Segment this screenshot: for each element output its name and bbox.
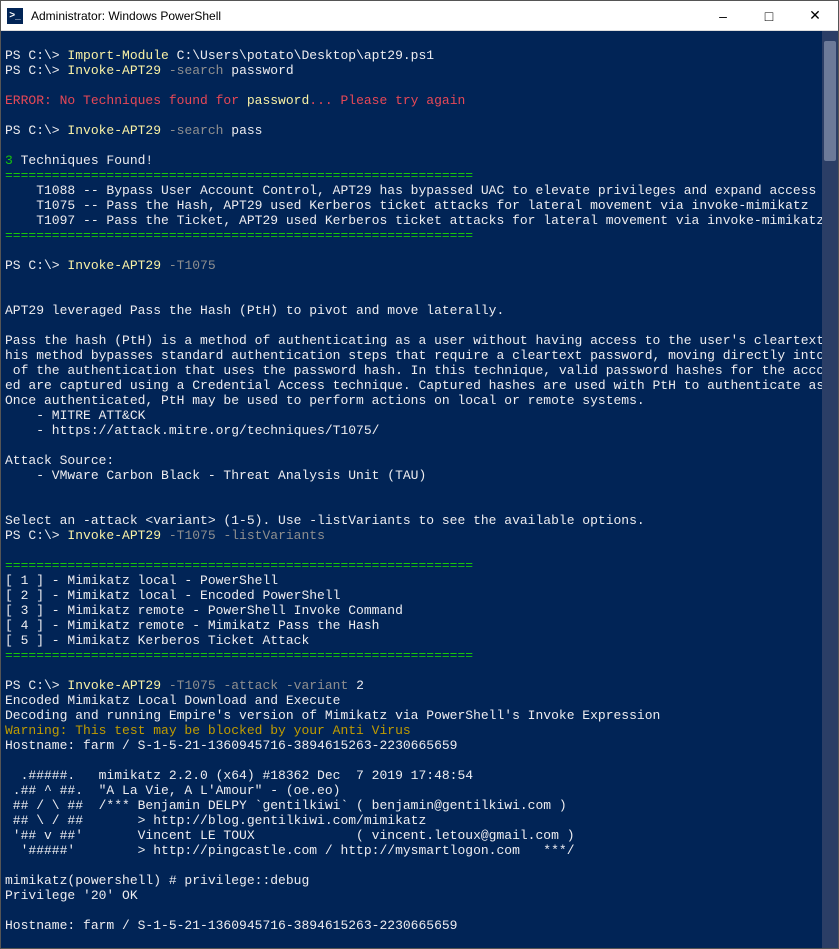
desc-line: - VMware Carbon Black - Threat Analysis … [5,468,426,483]
close-button[interactable]: ✕ [792,1,838,30]
scrollbar-thumb[interactable] [824,41,836,161]
separator: ========================================… [5,168,473,183]
prompt: PS C:\> [5,48,67,63]
prompt: PS C:\> [5,123,67,138]
attack-line: Decoding and running Empire's version of… [5,708,660,723]
desc-line: Attack Source: [5,453,114,468]
desc-line: - https://attack.mitre.org/techniques/T1… [5,423,379,438]
cmd-invoke: Invoke-APT29 [67,123,161,138]
flag-search: -search [161,63,223,78]
variant-row: [ 2 ] - Mimikatz local - Encoded PowerSh… [5,588,340,603]
window-controls: – □ ✕ [700,1,838,30]
mimikatz-banner: '## v ##' Vincent LE TOUX ( vincent.leto… [5,828,575,843]
flag-attack: -T1075 -attack -variant [161,678,348,693]
warning-line: Warning: This test may be blocked by you… [5,723,411,738]
mimikatz-banner: '#####' > http://pingcastle.com / http:/… [5,843,575,858]
prompt: PS C:\> [5,258,67,273]
desc-line: of the authentication that uses the pass… [5,363,838,378]
flag-t1075: -T1075 [161,258,216,273]
technique-row: T1097 -- Pass the Ticket, APT29 used Ker… [5,213,824,228]
mimikatz-banner: ## / \ ## /*** Benjamin DELPY `gentilkiw… [5,798,567,813]
variant-row: [ 3 ] - Mimikatz remote - PowerShell Inv… [5,603,403,618]
maximize-button[interactable]: □ [746,1,792,30]
separator: ========================================… [5,648,473,663]
mimikatz-output: Privilege '20' OK [5,888,138,903]
mimikatz-banner: .#####. mimikatz 2.2.0 (x64) #18362 Dec … [5,768,473,783]
found-rest: Techniques Found! [13,153,153,168]
cmd-invoke: Invoke-APT29 [67,258,161,273]
desc-line: APT29 leveraged Pass the Hash (PtH) to p… [5,303,504,318]
search-value: pass [223,123,262,138]
attack-variant-value: 2 [348,678,364,693]
separator: ========================================… [5,228,473,243]
found-count: 3 [5,153,13,168]
search-value: password [223,63,293,78]
desc-line: Pass the hash (PtH) is a method of authe… [5,333,838,348]
prompt: PS C:\> [5,63,67,78]
technique-row: T1075 -- Pass the Hash, APT29 used Kerbe… [5,198,809,213]
cmd-import-module: Import-Module [67,48,168,63]
error-suffix: ... Please try again [309,93,465,108]
error-prefix: ERROR: No Techniques found for [5,93,247,108]
hostname-line: Hostname: farm / S-1-5-21-1360945716-389… [5,738,457,753]
prompt: PS C:\> [5,528,67,543]
window-title: Administrator: Windows PowerShell [29,9,700,23]
mimikatz-banner: ## \ / ## > http://blog.gentilkiwi.com/m… [5,813,426,828]
desc-line: Select an -attack <variant> (1-5). Use -… [5,513,645,528]
cmd-import-path: C:\Users\potato\Desktop\apt29.ps1 [169,48,434,63]
cmd-invoke: Invoke-APT29 [67,528,161,543]
hostname-line: Hostname: farm / S-1-5-21-1360945716-389… [5,918,457,933]
cmd-invoke: Invoke-APT29 [67,63,161,78]
attack-line: Encoded Mimikatz Local Download and Exec… [5,693,340,708]
error-term: password [247,93,309,108]
mimikatz-cmd: mimikatz(powershell) # privilege::debug [5,873,309,888]
minimize-button[interactable]: – [700,1,746,30]
scrollbar[interactable] [822,31,838,948]
variant-row: [ 4 ] - Mimikatz remote - Mimikatz Pass … [5,618,379,633]
technique-row: T1088 -- Bypass User Account Control, AP… [5,183,816,198]
flag-search: -search [161,123,223,138]
mimikatz-banner: .## ^ ##. "A La Vie, A L'Amour" - (oe.eo… [5,783,340,798]
desc-line: his method bypasses standard authenticat… [5,348,838,363]
powershell-window: >_ Administrator: Windows PowerShell – □… [0,0,839,949]
variant-row: [ 5 ] - Mimikatz Kerberos Ticket Attack [5,633,309,648]
titlebar[interactable]: >_ Administrator: Windows PowerShell – □… [1,1,838,31]
separator: ========================================… [5,558,473,573]
desc-line: - MITRE ATT&CK [5,408,145,423]
variant-row: [ 1 ] - Mimikatz local - PowerShell [5,573,278,588]
cmd-invoke: Invoke-APT29 [67,678,161,693]
terminal-output[interactable]: PS C:\> Import-Module C:\Users\potato\De… [1,31,838,948]
desc-line: Once authenticated, PtH may be used to p… [5,393,645,408]
prompt: PS C:\> [5,678,67,693]
powershell-icon: >_ [7,8,23,24]
desc-line: ed are captured using a Credential Acces… [5,378,838,393]
flag-listvariants: -T1075 -listVariants [161,528,325,543]
